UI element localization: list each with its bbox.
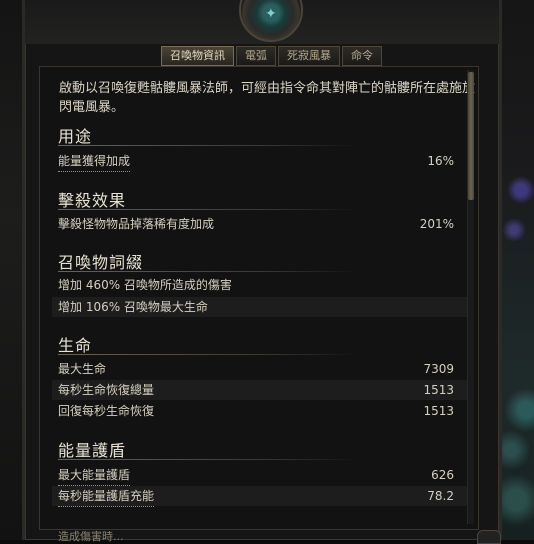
stat-row: 最大能量護盾 626 [52,465,468,486]
section-title-life: 生命 [58,336,93,355]
section-title-usage: 用途 [58,127,93,146]
game-world-left [0,0,22,540]
minion-info-window: ✦ 召喚物資訊 電弧 死寂風暴 命令 啟動以召喚復甦骷髏風暴法師，可經由指令命其… [22,0,502,544]
section-title-minion-affixes: 召喚物詞綴 [58,253,144,272]
stat-label: 最大生命 [58,362,107,376]
scrollbar[interactable] [467,70,474,524]
section-divider [58,354,358,355]
section-divider [58,271,358,272]
stat-label: 能量獲得加成 [58,151,131,172]
resize-knob-icon [477,530,501,544]
stat-value: 1513 [423,383,454,397]
stat-row: 增加 460% 召喚物所造成的傷害 [52,275,468,295]
stat-label: 最大能量護盾 [58,465,131,486]
section-divider [58,145,358,146]
stat-label: 擊殺怪物物品掉落稀有度加成 [58,217,215,231]
section-divider [58,459,358,460]
tab-death-storm[interactable]: 死寂風暴 [278,46,340,66]
skill-description: 啟動以召喚復甦骷髏風暴法師，可經由指令命其對陣亡的骷髏所在處施放閃電風暴。 [59,81,476,115]
stat-label: 每秒能量護盾充能 [58,486,155,507]
tab-minion-info[interactable]: 召喚物資訊 [161,46,234,66]
stat-row: 每秒能量護盾充能 78.2 [52,486,468,507]
tab-command[interactable]: 命令 [342,46,382,66]
skeleton-mage-icon: ✦ [265,6,277,22]
stat-value: 16% [427,154,454,168]
stat-value: 626 [431,468,454,482]
scroll-thumb[interactable] [468,72,474,200]
stat-row: 回復每秒生命恢復 1513 [52,401,468,421]
stat-row: 擊殺怪物物品掉落稀有度加成 201% [52,214,468,234]
tab-bar: 召喚物資訊 電弧 死寂風暴 命令 [161,46,382,66]
stat-label: 增加 106% 召喚物最大生命 [58,300,208,314]
section-divider [58,209,358,210]
truncated-footer-text: 造成傷害時... [58,530,124,543]
stat-row: 增加 106% 召喚物最大生命 [52,297,468,317]
stat-value: 78.2 [427,489,454,503]
stat-row: 能量獲得加成 16% [52,151,468,172]
stats-panel: 啟動以召喚復甦骷髏風暴法師，可經由指令命其對陣亡的骷髏所在處施放閃電風暴。 用途… [39,66,479,530]
section-title-energy-shield: 能量護盾 [58,441,127,460]
section-title-kill-effect: 擊殺效果 [58,191,127,210]
stat-value: 201% [419,217,454,231]
stat-label: 回復每秒生命恢復 [58,404,155,418]
stat-label: 每秒生命恢復總量 [58,383,155,397]
tab-arc[interactable]: 電弧 [236,46,276,66]
stat-row: 最大生命 7309 [52,359,468,379]
stat-value: 1513 [423,404,454,418]
stat-label: 增加 460% 召喚物所造成的傷害 [58,278,232,292]
stat-row: 每秒生命恢復總量 1513 [52,380,468,400]
stat-value: 7309 [423,362,454,376]
